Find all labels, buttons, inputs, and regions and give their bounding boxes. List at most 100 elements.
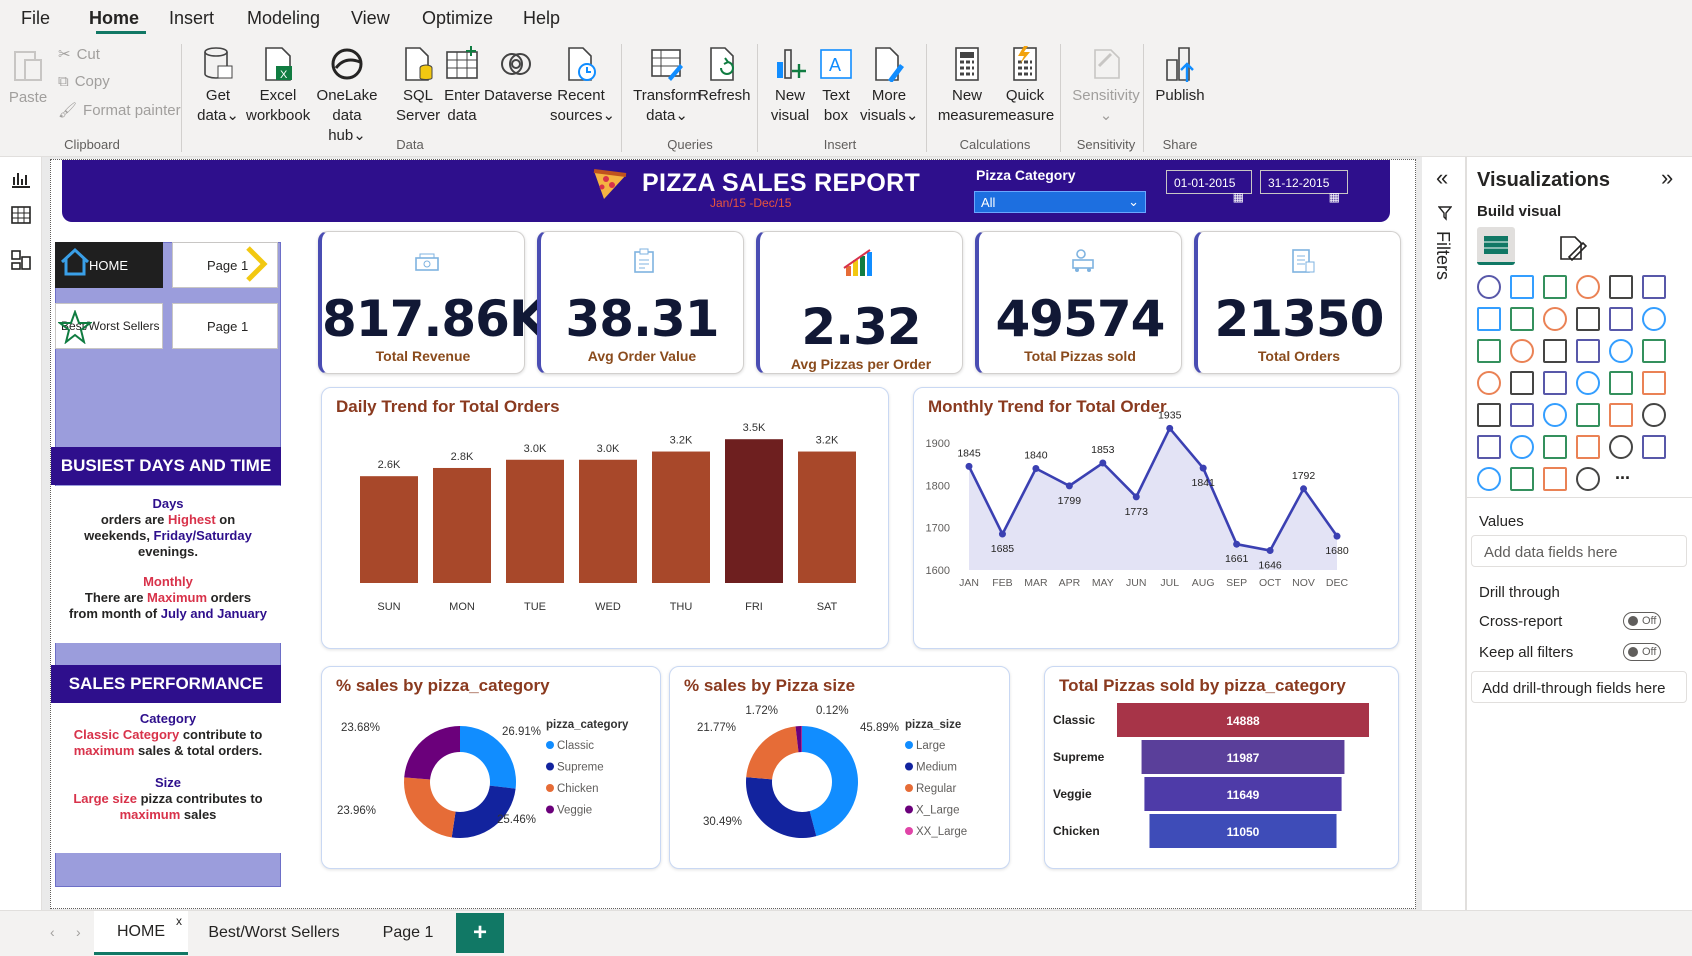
copy-button[interactable]: ⧉ Copy: [58, 73, 110, 90]
cross-report-toggle[interactable]: Off: [1623, 612, 1661, 630]
visual-type-icon[interactable]: [1510, 307, 1534, 331]
format-visual-icon[interactable]: [1557, 233, 1587, 263]
sensitivity-button[interactable]: Sensitivity ⌄: [1064, 46, 1148, 126]
dataverse-button[interactable]: Dataverse: [484, 46, 552, 106]
visual-type-icon[interactable]: [1543, 467, 1567, 491]
visual-type-icon[interactable]: [1642, 275, 1666, 299]
more-visuals-button[interactable]: More visuals⌄: [860, 46, 918, 126]
format-painter-button[interactable]: 🖌 Format painter: [58, 101, 181, 120]
category-sold-card[interactable]: Total Pizzas sold by pizza_category 1488…: [1044, 666, 1399, 869]
menu-help[interactable]: Help: [523, 8, 560, 29]
visual-type-icon[interactable]: [1609, 435, 1633, 459]
transform-data-button[interactable]: Transform data⌄: [632, 46, 702, 126]
more-visuals-ellipsis[interactable]: ...: [1615, 463, 1630, 484]
sql-server-button[interactable]: SQL Server: [396, 46, 440, 126]
visual-type-icon[interactable]: [1543, 339, 1567, 363]
model-view-icon[interactable]: [10, 249, 32, 271]
visual-type-icon[interactable]: [1609, 403, 1633, 427]
publish-button[interactable]: Publish: [1152, 46, 1208, 106]
visual-type-icon[interactable]: [1543, 307, 1567, 331]
new-visual-button[interactable]: New visual: [770, 46, 810, 126]
visual-type-icon[interactable]: [1510, 403, 1534, 427]
tab-close-icon[interactable]: x: [176, 914, 182, 928]
quick-measure-button[interactable]: Quick measure: [992, 46, 1058, 126]
tab-home[interactable]: HOME: [94, 911, 188, 955]
filters-pane-collapsed[interactable]: « Filters: [1422, 157, 1466, 923]
onelake-button[interactable]: OneLake data hub⌄: [303, 46, 391, 146]
visual-type-icon[interactable]: [1477, 307, 1501, 331]
enter-data-button[interactable]: Enter data: [442, 46, 482, 126]
visual-type-icon[interactable]: [1510, 435, 1534, 459]
visual-type-icon[interactable]: [1543, 403, 1567, 427]
kpi-avg-pizzas-per-order[interactable]: 2.32 Avg Pizzas per Order: [756, 231, 963, 374]
menu-modeling[interactable]: Modeling: [247, 8, 320, 29]
visual-type-icon[interactable]: [1576, 339, 1600, 363]
visual-type-icon[interactable]: [1477, 403, 1501, 427]
visual-type-icon[interactable]: [1477, 339, 1501, 363]
add-page-button[interactable]: +: [456, 913, 504, 953]
visual-type-icon[interactable]: [1576, 435, 1600, 459]
visual-type-icon[interactable]: [1510, 275, 1534, 299]
kpi-total-revenue[interactable]: 817.86K Total Revenue: [318, 231, 548, 374]
refresh-button[interactable]: Refresh: [698, 46, 751, 106]
visual-type-icon[interactable]: [1609, 371, 1633, 395]
kpi-avg-order-value[interactable]: 38.31 Avg Order Value: [537, 231, 744, 374]
menu-file[interactable]: File: [21, 8, 50, 29]
visual-type-icon[interactable]: [1609, 339, 1633, 363]
visual-type-icon[interactable]: [1477, 467, 1501, 491]
visual-type-icon[interactable]: [1642, 371, 1666, 395]
page1-nav-button-2[interactable]: Page 1: [172, 303, 278, 349]
collapse-right-icon[interactable]: »: [1661, 165, 1673, 191]
kpi-total-orders[interactable]: 21350 Total Orders: [1194, 231, 1401, 374]
cut-button[interactable]: ✂ Cut: [58, 45, 100, 64]
recent-sources-button[interactable]: Recent sources⌄: [550, 46, 615, 126]
visual-type-icon[interactable]: [1543, 435, 1567, 459]
visual-type-icon[interactable]: [1609, 307, 1633, 331]
table-view-icon[interactable]: [10, 205, 32, 225]
text-box-button[interactable]: A Text box: [816, 46, 856, 126]
visual-type-icon[interactable]: [1477, 371, 1501, 395]
tab-page1[interactable]: Page 1: [358, 911, 458, 955]
tabs-scroll-right-icon[interactable]: ›: [76, 924, 81, 940]
size-donut-card[interactable]: % sales by Pizza size 45.89% 30.49% 21.77%…: [669, 666, 1010, 869]
visual-type-icon[interactable]: [1510, 371, 1534, 395]
date-from-input[interactable]: 01-01-2015 ▦: [1166, 170, 1252, 204]
visual-type-icon[interactable]: [1510, 339, 1534, 363]
visual-type-icon[interactable]: [1576, 467, 1600, 491]
date-to-input[interactable]: 31-12-2015 ▦: [1260, 170, 1348, 204]
menu-view[interactable]: View: [351, 8, 390, 29]
visual-type-icon[interactable]: [1642, 435, 1666, 459]
visual-type-icon[interactable]: [1642, 403, 1666, 427]
visual-type-icon[interactable]: [1543, 275, 1567, 299]
collapse-left-icon[interactable]: «: [1436, 165, 1448, 191]
visual-type-icon[interactable]: [1642, 307, 1666, 331]
monthly-trend-card[interactable]: Monthly Trend for Total Order 1900 1800 17…: [913, 387, 1399, 649]
add-drill-through-dropzone[interactable]: Add drill-through fields here: [1471, 671, 1687, 703]
tab-best-worst[interactable]: Best/Worst Sellers: [196, 911, 352, 955]
excel-workbook-button[interactable]: X Excel workbook: [246, 46, 310, 126]
visual-type-icon[interactable]: [1477, 435, 1501, 459]
visual-type-icon[interactable]: [1477, 275, 1501, 299]
visual-type-icon[interactable]: [1510, 467, 1534, 491]
visual-type-icon[interactable]: [1576, 275, 1600, 299]
new-measure-button[interactable]: New measure: [935, 46, 999, 126]
visual-type-icon[interactable]: [1642, 339, 1666, 363]
add-data-fields-dropzone[interactable]: Add data fields here: [1471, 535, 1687, 567]
daily-trend-card[interactable]: Daily Trend for Total Orders 2.6K SUN 2.8K…: [321, 387, 889, 649]
menu-insert[interactable]: Insert: [169, 8, 214, 29]
kpi-total-pizzas-sold[interactable]: 49574 Total Pizzas sold: [975, 231, 1182, 374]
visual-type-icon[interactable]: [1609, 275, 1633, 299]
pizza-category-dropdown[interactable]: All ⌄: [974, 191, 1146, 213]
tabs-scroll-left-icon[interactable]: ‹: [50, 924, 55, 940]
visual-type-icon[interactable]: [1576, 307, 1600, 331]
build-visual-tab[interactable]: [1477, 227, 1515, 265]
keep-filters-toggle[interactable]: Off: [1623, 643, 1661, 661]
visual-type-icon[interactable]: [1543, 371, 1567, 395]
paste-button[interactable]: Paste: [8, 46, 48, 108]
visual-type-icon[interactable]: [1576, 371, 1600, 395]
menu-optimize[interactable]: Optimize: [422, 8, 493, 29]
menu-home[interactable]: Home: [89, 8, 139, 29]
visual-type-icon[interactable]: [1576, 403, 1600, 427]
category-donut-card[interactable]: % sales by pizza_category 26.91% 25.46% 23…: [321, 666, 661, 869]
get-data-button[interactable]: Get data⌄: [195, 46, 241, 126]
